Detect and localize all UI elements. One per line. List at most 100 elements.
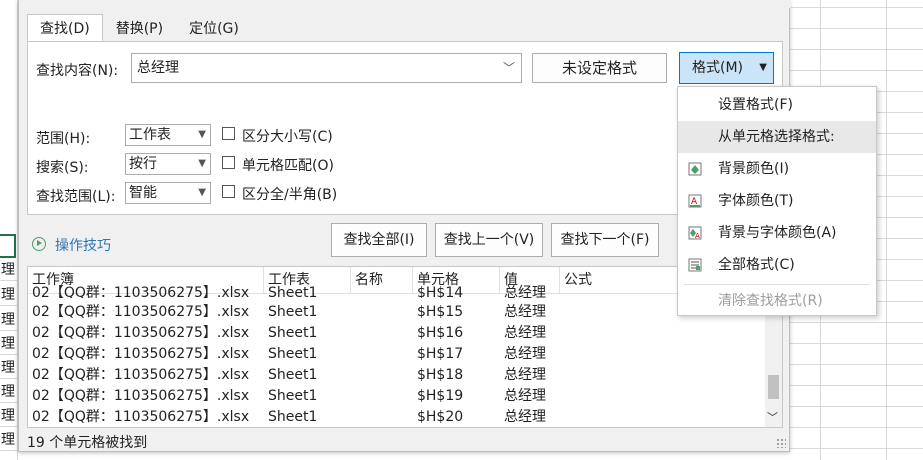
- find-what-combo[interactable]: 总经理 ﹀: [131, 53, 522, 83]
- look-in-label: 查找范围(L):: [36, 189, 116, 205]
- match-cell-checkbox[interactable]: [222, 156, 235, 169]
- cell-address: $H$20: [417, 409, 464, 425]
- sheet-cell[interactable]: 理: [0, 406, 17, 427]
- cell-value: 总经理: [504, 285, 546, 298]
- sheet-left-column: 理 理 理 理 理 理 理 理: [0, 0, 18, 460]
- cell-address: $H$19: [417, 388, 464, 404]
- sheet-cell[interactable]: 理: [0, 285, 17, 306]
- dialog-title-strip: [19, 0, 791, 8]
- dialog-tabs: 查找(D) 替换(P) 定位(G): [27, 14, 252, 42]
- menu-item-label: 清除查找格式(R): [718, 293, 823, 309]
- cell-worksheet: Sheet1: [268, 367, 318, 383]
- cell-value: 总经理: [504, 367, 546, 383]
- find-what-label: 查找内容(N):: [36, 63, 119, 79]
- sheet-cell[interactable]: 理: [0, 382, 17, 403]
- match-cell-label[interactable]: 单元格匹配(O): [242, 155, 334, 175]
- cell-value: 总经理: [504, 325, 546, 341]
- caret-down-icon: ▼: [198, 187, 206, 198]
- cell-value: 总经理: [504, 346, 546, 362]
- cell-workbook: 02【QQ群：1103506275】.xlsx: [32, 409, 250, 425]
- scope-select[interactable]: 工作表 ▼: [125, 124, 211, 146]
- font-color-icon: A: [688, 194, 702, 208]
- scope-value: 工作表: [129, 127, 171, 143]
- sheet-cell[interactable]: 理: [0, 310, 17, 331]
- menu-item-font-color[interactable]: A 字体颜色(T): [678, 185, 876, 217]
- table-row[interactable]: 02【QQ群：1103506275】.xlsx Sheet1 $H$20 总经理: [28, 407, 768, 427]
- table-row[interactable]: 02【QQ群：1103506275】.xlsx Sheet1 $H$16 总经理: [28, 323, 768, 344]
- caret-down-icon: ▼: [759, 62, 767, 73]
- match-width-checkbox[interactable]: [222, 185, 235, 198]
- menu-item-background-color[interactable]: 背景颜色(I): [678, 153, 876, 185]
- caret-down-icon: ▼: [198, 158, 206, 169]
- table-row[interactable]: 02【QQ群：1103506275】.xlsx Sheet1 $H$17 总经理: [28, 344, 768, 365]
- look-in-value: 智能: [129, 185, 157, 201]
- svg-text:A: A: [695, 232, 700, 240]
- results-list[interactable]: 工作簿 工作表 名称 单元格 值 公式 02【QQ群：1103506275】.x…: [27, 266, 783, 428]
- chevron-down-icon[interactable]: ﹀: [503, 54, 515, 82]
- cell-worksheet: Sheet1: [268, 325, 318, 341]
- sheet-cell[interactable]: 理: [0, 260, 17, 281]
- search-value: 按行: [129, 156, 157, 172]
- find-panel: 查找内容(N): 总经理 ﹀ 未设定格式 格式(M) ▼ 范围(H): 工作表 …: [27, 41, 783, 215]
- format-menu: 设置格式(F) 从单元格选择格式: 背景颜色(I) A 字体颜色(T) A 背景…: [677, 86, 877, 316]
- menu-item-label: 字体颜色(T): [718, 193, 794, 209]
- search-label: 搜索(S):: [36, 160, 89, 176]
- menu-item-label: 设置格式(F): [718, 97, 793, 113]
- look-in-select[interactable]: 智能 ▼: [125, 182, 211, 204]
- menu-item-all-formats[interactable]: 全部格式(C): [678, 249, 876, 281]
- match-width-label[interactable]: 区分全/半角(B): [242, 184, 337, 204]
- cell-workbook: 02【QQ群：1103506275】.xlsx: [32, 325, 250, 341]
- sheet-cell[interactable]: 理: [0, 430, 17, 451]
- cell-value: 总经理: [504, 304, 546, 320]
- fill-color-icon: [688, 162, 702, 176]
- format-button[interactable]: 格式(M) ▼: [679, 52, 774, 84]
- cell-workbook: 02【QQ群：1103506275】.xlsx: [32, 388, 250, 404]
- find-dialog: 查找(D) 替换(P) 定位(G) 查找内容(N): 总经理 ﹀ 未设定格式 格…: [18, 0, 791, 452]
- menu-item-label: 背景颜色(I): [718, 161, 790, 177]
- scrollbar-thumb[interactable]: [768, 375, 779, 399]
- cell-address: $H$18: [417, 367, 464, 383]
- fill-and-font-color-icon: A: [688, 226, 702, 240]
- cell-address: $H$14: [417, 285, 464, 298]
- cell-address: $H$17: [417, 346, 464, 362]
- cell-worksheet: Sheet1: [268, 346, 318, 362]
- match-case-label[interactable]: 区分大小写(C): [242, 126, 333, 146]
- status-text: 19 个单元格被找到: [27, 435, 148, 451]
- cell-worksheet: Sheet1: [268, 409, 318, 425]
- format-preview: 未设定格式: [532, 53, 667, 83]
- cell-worksheet: Sheet1: [268, 285, 318, 298]
- tab-goto[interactable]: 定位(G): [176, 14, 252, 42]
- menu-item-label: 全部格式(C): [718, 257, 795, 273]
- scope-label: 范围(H):: [36, 131, 91, 147]
- cell-worksheet: Sheet1: [268, 304, 318, 320]
- find-all-button[interactable]: 查找全部(I): [331, 223, 427, 257]
- resize-grip-icon[interactable]: [776, 438, 786, 448]
- chevron-down-icon[interactable]: ﹀: [767, 409, 778, 425]
- tab-find[interactable]: 查找(D): [27, 14, 103, 42]
- menu-item-choose-from-cell[interactable]: 从单元格选择格式:: [678, 121, 876, 153]
- find-next-button[interactable]: 查找下一个(F): [551, 223, 659, 257]
- menu-item-set-format[interactable]: 设置格式(F): [678, 89, 876, 121]
- menu-item-label: 从单元格选择格式:: [718, 129, 835, 145]
- sheet-active-cell: [0, 234, 16, 258]
- sheet-cell[interactable]: 理: [0, 358, 17, 379]
- menu-item-background-and-font-color[interactable]: A 背景与字体颜色(A): [678, 217, 876, 249]
- table-row[interactable]: 02【QQ群：1103506275】.xlsx Sheet1 $H$14 总经理: [28, 283, 768, 298]
- find-previous-button[interactable]: 查找上一个(V): [435, 223, 543, 257]
- format-button-label: 格式(M): [692, 60, 744, 76]
- cell-value: 总经理: [504, 409, 546, 425]
- find-what-value: 总经理: [137, 60, 179, 76]
- match-case-checkbox[interactable]: [222, 127, 235, 140]
- cell-address: $H$15: [417, 304, 464, 320]
- cell-worksheet: Sheet1: [268, 388, 318, 404]
- search-select[interactable]: 按行 ▼: [125, 153, 211, 175]
- tab-replace[interactable]: 替换(P): [103, 14, 176, 42]
- table-row[interactable]: 02【QQ群：1103506275】.xlsx Sheet1 $H$18 总经理: [28, 365, 768, 386]
- cell-workbook: 02【QQ群：1103506275】.xlsx: [32, 367, 250, 383]
- table-row[interactable]: 02【QQ群：1103506275】.xlsx Sheet1 $H$19 总经理: [28, 386, 768, 407]
- table-row[interactable]: 02【QQ群：1103506275】.xlsx Sheet1 $H$15 总经理: [28, 302, 768, 323]
- play-icon[interactable]: [32, 237, 46, 251]
- tips-link[interactable]: 操作技巧: [55, 235, 111, 255]
- cell-value: 总经理: [504, 388, 546, 404]
- sheet-cell[interactable]: 理: [0, 334, 17, 355]
